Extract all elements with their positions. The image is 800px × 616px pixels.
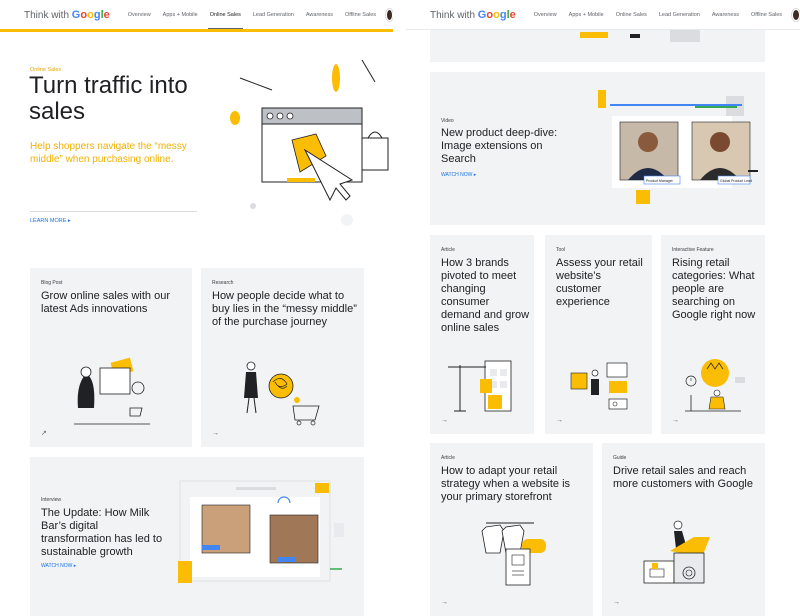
yellow-dot-shape: [230, 111, 240, 125]
nav-item-awareness[interactable]: Awareness: [706, 0, 745, 30]
grey-dot-shape: [250, 203, 256, 209]
line-shape-2: [239, 77, 273, 91]
shopping-bag-shape: [361, 137, 389, 171]
caption-person2: Global Product Lead: [720, 179, 752, 183]
panel-gap: [393, 0, 406, 616]
right-screenshot: Think with Google Overview Apps + Mobile…: [406, 0, 800, 616]
nav-item-lead-generation[interactable]: Lead Generation: [653, 0, 706, 30]
nav-menu: Overview Apps + Mobile Online Sales Lead…: [528, 0, 788, 30]
card-partial-top: [430, 30, 765, 62]
avatar[interactable]: [386, 8, 393, 21]
partial-illustration: [580, 30, 700, 42]
avatar[interactable]: [792, 8, 800, 21]
external-link-icon[interactable]: ↗: [41, 429, 47, 437]
website-assessment-illustration: [570, 362, 628, 410]
card-research[interactable]: Research How people decide what to buy l…: [201, 268, 364, 447]
nav-item-lead-generation[interactable]: Lead Generation: [247, 0, 300, 30]
arrow-right-icon[interactable]: →: [441, 599, 448, 606]
arrow-right-icon[interactable]: →: [212, 430, 219, 437]
card-tool[interactable]: Tool Assess your retail website’s custom…: [545, 235, 652, 434]
think-with-google-logo[interactable]: Think with Google: [24, 9, 110, 21]
messy-middle-illustration: [244, 361, 320, 426]
top-navigation: Think with Google Overview Apps + Mobile…: [406, 0, 800, 30]
card-video[interactable]: Video New product deep-dive: Image exten…: [430, 72, 765, 225]
nav-item-online-sales[interactable]: Online Sales: [204, 0, 247, 30]
yellow-leaf-shape: [332, 64, 340, 92]
arrow-right-icon[interactable]: →: [441, 417, 448, 424]
nav-item-overview[interactable]: Overview: [528, 0, 563, 30]
stairs-runner-illustration: [643, 520, 710, 584]
image-extensions-video-illustration: Product Manager Global Product Lead: [598, 90, 758, 204]
participant-video-2: [269, 514, 319, 564]
crane-phone-illustration: [448, 360, 512, 412]
nav-menu: Overview Apps + Mobile Online Sales Lead…: [122, 0, 382, 30]
nav-item-offline-sales[interactable]: Offline Sales: [745, 0, 788, 30]
think-with-google-logo[interactable]: Think with Google: [430, 9, 516, 21]
arrow-right-icon[interactable]: →: [672, 417, 679, 424]
arrow-right-icon[interactable]: →: [556, 417, 563, 424]
lightbulb-illustration: [685, 359, 745, 412]
left-screenshot: Think with Google Overview Apps + Mobile…: [0, 0, 393, 616]
nav-item-online-sales[interactable]: Online Sales: [610, 0, 653, 30]
card-blog-post[interactable]: Blog Post Grow online sales with our lat…: [30, 268, 192, 447]
ads-person-illustration: [74, 357, 150, 425]
nav-item-overview[interactable]: Overview: [122, 0, 157, 30]
video-call-illustration: [178, 480, 344, 583]
card-guide[interactable]: Guide Drive retail sales and reach more …: [602, 443, 765, 616]
card-article-brands[interactable]: Article How 3 brands pivoted to meet cha…: [430, 235, 534, 434]
clothing-rack-illustration: [481, 522, 546, 586]
line-shape: [361, 59, 376, 83]
card-article-storefront[interactable]: Article How to adapt your retail strateg…: [430, 443, 593, 616]
nav-item-awareness[interactable]: Awareness: [300, 0, 339, 30]
nav-item-apps-mobile[interactable]: Apps + Mobile: [157, 0, 204, 30]
nav-item-apps-mobile[interactable]: Apps + Mobile: [563, 0, 610, 30]
arrow-right-icon[interactable]: →: [613, 599, 620, 606]
nav-item-offline-sales[interactable]: Offline Sales: [339, 0, 382, 30]
browser-tag-cursor-illustration: [230, 59, 389, 226]
caption-person1: Product Manager: [646, 179, 674, 183]
card-interview[interactable]: Interview The Update: How Milk Bar’s dig…: [30, 457, 364, 616]
top-navigation: Think with Google Overview Apps + Mobile…: [0, 0, 393, 30]
grey-dot-shape-2: [341, 214, 353, 226]
card-interactive-feature[interactable]: Interactive Feature Rising retail catego…: [661, 235, 765, 434]
